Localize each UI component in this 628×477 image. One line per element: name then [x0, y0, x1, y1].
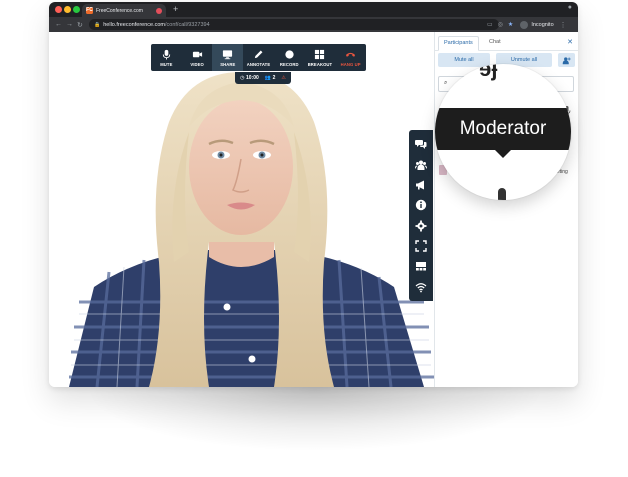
timer-value: 10:00: [246, 75, 259, 81]
fullscreen-icon[interactable]: [415, 240, 427, 252]
mute-label: MUTE: [160, 61, 173, 67]
phone-hangup-icon: [346, 52, 356, 57]
monitor-icon: [223, 49, 233, 59]
layout-icon[interactable]: [415, 260, 427, 272]
eye-blocked-icon[interactable]: ◎: [498, 21, 503, 28]
participant-count: 👥 2: [265, 75, 276, 81]
incognito-icon: [520, 20, 529, 29]
url-field[interactable]: 🔒 hello.freeconference.com /conf/call/93…: [89, 19, 499, 30]
moderator-badge: [498, 188, 506, 200]
record-icon: [285, 49, 294, 59]
incognito-label: Incognito: [531, 21, 554, 28]
grid-icon: [315, 49, 325, 59]
url-path: /conf/call/9327394: [165, 21, 210, 28]
record-button[interactable]: RECORD: [274, 44, 305, 71]
share-button[interactable]: SHARE: [212, 44, 244, 71]
add-user-icon: [562, 56, 571, 64]
info-icon[interactable]: [415, 199, 427, 211]
gear-icon[interactable]: [415, 220, 427, 232]
forward-icon[interactable]: →: [66, 21, 73, 28]
breakout-label: BREAKOUT: [307, 61, 333, 67]
address-bar: ← → ↻ 🔒 hello.freeconference.com /conf/c…: [49, 17, 578, 32]
annotate-button[interactable]: ANNOTATE: [243, 44, 274, 71]
panel-tabs: Participants Chat ✕: [435, 34, 578, 51]
people-small-icon: 👥: [264, 75, 272, 81]
tab-title: FreeConference.com: [96, 7, 143, 14]
participant-video: [69, 72, 434, 387]
tooltip-arrow: [495, 150, 511, 158]
people-icon[interactable]: [415, 159, 427, 171]
magnified-text-fragment: ʼɘɉ: [473, 64, 498, 81]
add-user-button[interactable]: [558, 53, 575, 67]
connection-icon: ⚠: [281, 75, 286, 81]
share-label: SHARE: [220, 61, 236, 67]
tab-participants[interactable]: Participants: [438, 36, 479, 51]
new-tab-button[interactable]: +: [173, 3, 178, 16]
tab-close-icon[interactable]: [156, 7, 162, 14]
minimize-window-button[interactable]: [64, 6, 71, 13]
browser-tab[interactable]: FC FreeConference.com: [82, 4, 166, 17]
browser-menu-icon[interactable]: ⋮: [560, 21, 567, 29]
video-button[interactable]: VIDEO: [182, 44, 213, 71]
favicon-icon: FC: [86, 7, 93, 14]
camera-blocked-icon[interactable]: ▭: [487, 21, 493, 28]
back-icon[interactable]: ←: [55, 21, 62, 28]
clock-icon: ◷: [240, 75, 245, 81]
maximize-window-button[interactable]: [73, 6, 80, 13]
mic-icon: [162, 49, 171, 60]
chat-bubbles-icon[interactable]: [415, 138, 427, 150]
participant-count-value: 2: [272, 75, 276, 81]
breakout-button[interactable]: BREAKOUT: [305, 44, 336, 71]
tab-search-icon[interactable]: ●: [568, 4, 572, 11]
megaphone-icon[interactable]: [415, 179, 427, 191]
tab-chat[interactable]: Chat: [484, 36, 506, 49]
pencil-icon: [254, 50, 263, 58]
meeting-status: ◷ 10:00 👥 2 ⚠: [235, 72, 291, 84]
close-window-button[interactable]: [55, 6, 62, 13]
video-stage: MUTE VIDEO SHARE ANNOTATE RECORD BREAKOU…: [49, 32, 434, 387]
url-host: hello.freeconference.com: [103, 21, 165, 28]
search-icon: ⌕: [444, 80, 448, 86]
meeting-toolbar: MUTE VIDEO SHARE ANNOTATE RECORD BREAKOU…: [151, 44, 366, 71]
lock-icon: 🔒: [94, 21, 101, 28]
timer: ◷ 10:00: [240, 75, 259, 81]
reload-icon[interactable]: ↻: [77, 21, 83, 29]
moderator-tooltip: Moderator: [435, 108, 571, 150]
incognito-badge[interactable]: Incognito: [520, 20, 554, 29]
wifi-icon[interactable]: [415, 281, 427, 293]
annotate-label: ANNOTATE: [246, 61, 271, 67]
mute-button[interactable]: MUTE: [151, 44, 182, 71]
tab-strip: FC FreeConference.com + ●: [49, 2, 578, 17]
close-icon[interactable]: ✕: [567, 38, 573, 46]
bookmark-star-icon[interactable]: ★: [508, 21, 513, 28]
hang-up-label: HANG UP: [340, 61, 361, 67]
video-camera-icon: [192, 51, 202, 57]
hang-up-button[interactable]: HANG UP: [335, 44, 366, 71]
video-label: VIDEO: [190, 61, 204, 67]
record-label: RECORD: [279, 61, 299, 67]
browser-toolbar-right: ▭ ◎ ★ Incognito ⋮: [487, 17, 567, 32]
side-rail: [409, 130, 433, 301]
magnifier-callout: ʼɘɉ Moderator: [435, 64, 571, 200]
